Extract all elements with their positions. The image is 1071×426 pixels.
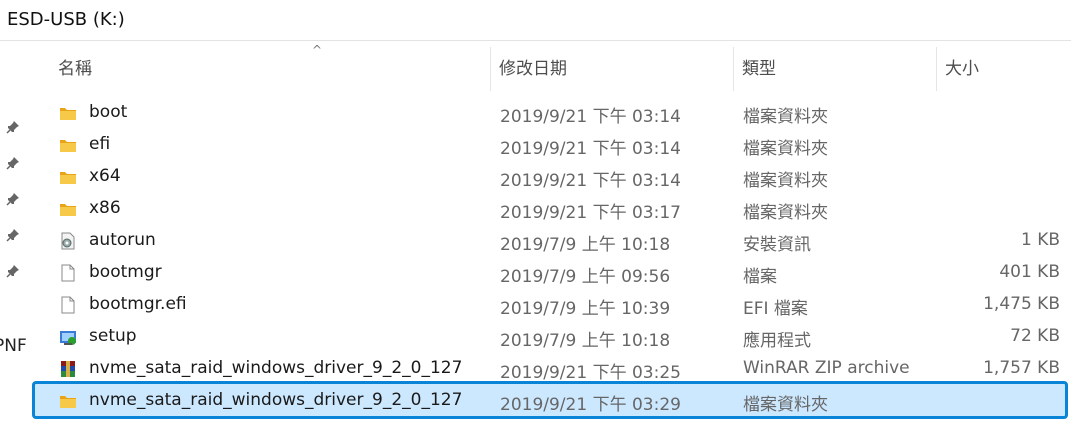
list-item[interactable]: x64 2019/9/21 下午 03:14 檔案資料夾 <box>50 161 1060 193</box>
window-title: ESD-USB (K:) <box>7 9 125 30</box>
file-name: x86 <box>89 198 121 218</box>
file-size: 1 KB <box>1020 230 1060 250</box>
file-date: 2019/9/21 下午 03:17 <box>500 203 681 223</box>
pin-icon[interactable] <box>6 228 20 242</box>
list-item[interactable]: autorun 2019/7/9 上午 10:18 安裝資訊 1 KB <box>50 225 1060 257</box>
file-type: EFI 檔案 <box>743 299 808 319</box>
file-type: 檔案資料夾 <box>743 171 828 191</box>
file-date: 2019/9/21 下午 03:14 <box>500 139 681 159</box>
file-date: 2019/7/9 上午 10:18 <box>500 235 671 255</box>
nav-item-label[interactable]: PNF <box>0 336 27 356</box>
folder-icon <box>59 200 77 218</box>
file-type: 應用程式 <box>743 331 811 351</box>
pin-icon[interactable] <box>6 264 20 278</box>
file-name: boot <box>89 102 128 122</box>
file-size: 401 KB <box>999 262 1060 282</box>
file-date: 2019/9/21 下午 03:25 <box>500 363 681 383</box>
file-name: bootmgr <box>89 262 162 282</box>
winrar-archive-icon <box>59 360 77 378</box>
file-type: 檔案 <box>743 267 777 287</box>
list-item[interactable]: boot 2019/9/21 下午 03:14 檔案資料夾 <box>50 97 1060 129</box>
file-icon <box>59 296 77 314</box>
list-item[interactable]: bootmgr.efi 2019/7/9 上午 10:39 EFI 檔案 1,475 … <box>50 289 1060 321</box>
file-name: x64 <box>89 166 121 186</box>
column-header-size[interactable]: 大小 <box>936 47 1060 91</box>
folder-icon <box>59 168 77 186</box>
column-header-type[interactable]: 類型 <box>733 47 936 91</box>
file-name: efi <box>89 134 111 154</box>
list-item[interactable]: bootmgr 2019/7/9 上午 09:56 檔案 401 KB <box>50 257 1060 289</box>
file-name: setup <box>89 326 137 346</box>
pin-icon[interactable] <box>6 120 20 134</box>
file-size: 72 KB <box>1010 326 1060 346</box>
pin-icon[interactable] <box>6 156 20 170</box>
file-size: 1,475 KB <box>983 294 1060 314</box>
list-item[interactable]: setup 2019/7/9 上午 10:18 應用程式 72 KB <box>50 321 1060 353</box>
setup-info-icon <box>59 232 77 250</box>
file-name: autorun <box>89 230 156 250</box>
column-header-name[interactable]: 名稱 <box>50 47 490 91</box>
title-bar: ESD-USB (K:) <box>0 0 1071 41</box>
file-date: 2019/9/21 下午 03:14 <box>500 107 681 127</box>
file-name: bootmgr.efi <box>89 294 187 314</box>
file-icon <box>59 264 77 282</box>
list-item[interactable]: efi 2019/9/21 下午 03:14 檔案資料夾 <box>50 129 1060 161</box>
file-date: 2019/7/9 上午 10:18 <box>500 331 671 351</box>
folder-icon <box>59 136 77 154</box>
file-date: 2019/9/21 下午 03:29 <box>500 395 681 415</box>
list-item[interactable]: x86 2019/9/21 下午 03:17 檔案資料夾 <box>50 193 1060 225</box>
folder-icon <box>59 392 77 410</box>
column-header-row: ^ 名稱 修改日期 類型 大小 <box>50 43 1071 91</box>
file-name: nvme_sata_raid_windows_driver_9_2_0_127 <box>89 358 463 378</box>
file-date: 2019/7/9 上午 10:39 <box>500 299 671 319</box>
file-size: 1,757 KB <box>983 358 1060 378</box>
file-date: 2019/7/9 上午 09:56 <box>500 267 671 287</box>
setup-app-icon <box>59 328 77 346</box>
file-type: 檔案資料夾 <box>743 203 828 223</box>
file-type: WinRAR ZIP archive <box>743 358 910 378</box>
navigation-pane: PNF <box>0 41 50 426</box>
pin-icon[interactable] <box>6 192 20 206</box>
file-type: 檔案資料夾 <box>743 139 828 159</box>
file-type: 安裝資訊 <box>743 235 811 255</box>
column-header-date[interactable]: 修改日期 <box>490 47 733 91</box>
list-item-selected[interactable]: nvme_sata_raid_windows_driver_9_2_0_127 2… <box>32 381 1068 419</box>
file-name: nvme_sata_raid_windows_driver_9_2_0_127 <box>89 390 463 410</box>
file-date: 2019/9/21 下午 03:14 <box>500 171 681 191</box>
file-type: 檔案資料夾 <box>743 395 828 415</box>
folder-icon <box>59 104 77 122</box>
file-type: 檔案資料夾 <box>743 107 828 127</box>
